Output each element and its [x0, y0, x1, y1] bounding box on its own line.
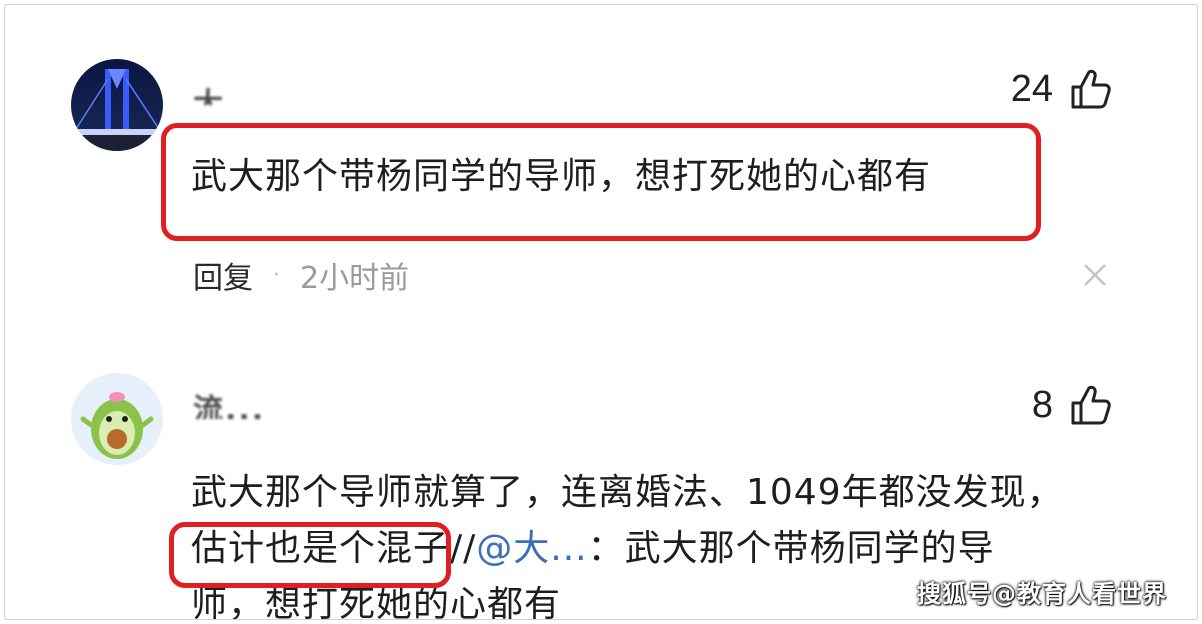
reply-button[interactable]: 回复 — [193, 253, 253, 297]
mention-link[interactable]: @大... — [476, 528, 587, 569]
highlight-box — [169, 522, 451, 588]
like-count: 24 — [1010, 67, 1053, 110]
comment-meta: 回复 · 2小时前 — [193, 253, 409, 297]
watermark: 搜狐号@教育人看世界 — [917, 580, 1167, 608]
avatar[interactable] — [71, 373, 163, 465]
comment-segment: ：武大那个带杨同学的导 — [587, 528, 995, 569]
comment-text: 武大那个带杨同学的导师，想打死她的心都有 — [191, 156, 932, 197]
like-count: 8 — [1031, 383, 1053, 426]
comment-thread: 大... 24 武大那个带杨同学的导师，想打死她的心都有 回复 · 2小时前 流… — [4, 4, 1198, 620]
comment-line: 武大那个导师就算了，连离婚法、1049年都没发现， — [191, 472, 1064, 513]
username[interactable]: 大... — [193, 79, 265, 105]
thumbs-up-icon[interactable] — [1069, 67, 1113, 111]
avatar[interactable] — [71, 59, 163, 151]
separator-dot: · — [273, 262, 280, 288]
username[interactable]: 流... — [193, 385, 265, 419]
close-icon[interactable] — [1081, 261, 1109, 289]
thumbs-up-icon[interactable] — [1069, 383, 1113, 427]
like-group[interactable]: 8 — [1032, 383, 1113, 427]
like-group[interactable]: 24 — [1011, 67, 1113, 111]
timestamp: 2小时前 — [300, 261, 410, 296]
